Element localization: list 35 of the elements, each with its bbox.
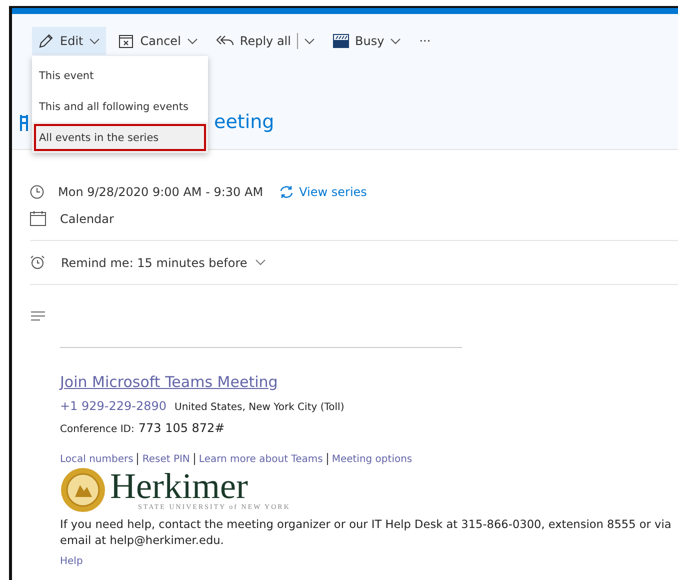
- clock-icon: [30, 184, 44, 198]
- meeting-link[interactable]: Learn more about Teams: [198, 454, 323, 464]
- calendar-icon: [30, 211, 46, 226]
- pencil-icon: [38, 33, 54, 49]
- meeting-link[interactable]: Meeting options: [332, 454, 412, 464]
- menu-item[interactable]: All events in the series: [32, 122, 208, 153]
- meeting-link[interactable]: Local numbers: [60, 454, 134, 464]
- event-title: eeting: [214, 111, 274, 133]
- seal-icon: [60, 467, 106, 513]
- caret-icon: [255, 259, 266, 266]
- logo-name: Herkimer: [110, 469, 248, 503]
- conference-label: Conference ID:: [60, 424, 134, 435]
- menu-item[interactable]: This and all following events: [32, 91, 208, 122]
- status-icon: [332, 34, 349, 48]
- detail-text: Calendar: [60, 212, 114, 226]
- phone-link[interactable]: +1 929-229-2890: [60, 399, 167, 413]
- detail-text: Mon 9/28/2020 9:00 AM - 9:30 AM: [58, 184, 264, 198]
- sync-icon: [279, 184, 294, 198]
- alarm-clock-icon: [30, 255, 45, 270]
- phone-location: United States, New York City (Toll): [174, 402, 344, 413]
- calendar-cross-icon: [118, 33, 134, 49]
- text-lines-icon: [31, 311, 45, 321]
- join-meeting-link[interactable]: Join Microsoft Teams Meeting: [60, 373, 278, 391]
- toolbar-button[interactable]: Reply all: [210, 27, 321, 55]
- view-series-link[interactable]: View series: [279, 184, 367, 198]
- toolbar-button[interactable]: Edit: [32, 27, 106, 55]
- help-link[interactable]: Help: [60, 556, 83, 567]
- meeting-link[interactable]: Reset PIN: [142, 454, 190, 464]
- menu-item[interactable]: This event: [32, 60, 208, 91]
- toolbar-button[interactable]: ···: [413, 27, 437, 55]
- conference-id: 773 105 872#: [138, 421, 225, 435]
- toolbar-button[interactable]: Busy: [326, 27, 408, 55]
- help-text: If you need help, contact the meeting organizer or our IT Help Desk at 315-866-0300, extension 8555 or via email at help@herkimer.edu.: [60, 517, 672, 549]
- reminder-dropdown[interactable]: Remind me: 15 minutes before: [59, 256, 268, 270]
- toolbar-button[interactable]: Cancel: [112, 27, 204, 55]
